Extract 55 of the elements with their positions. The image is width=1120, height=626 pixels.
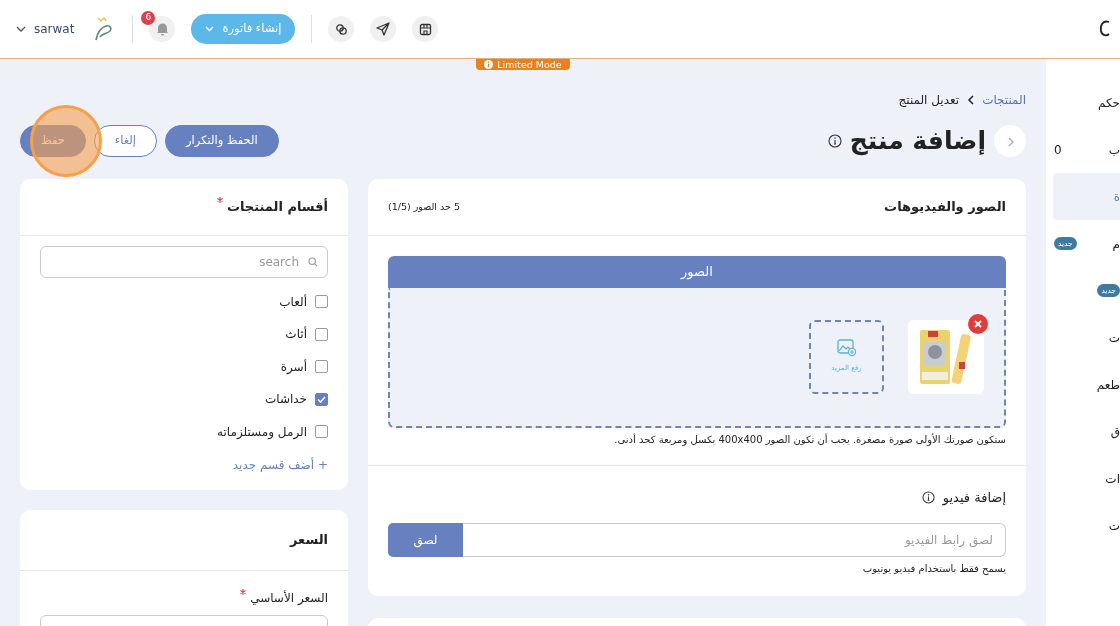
action-button[interactable]: إلغاء xyxy=(93,125,157,157)
notifications-button[interactable] xyxy=(149,16,176,42)
breadcrumb-current: تعديل المنتج xyxy=(898,92,960,109)
video-note: يسمح فقط باستخدام فيديو يوتيوب xyxy=(861,562,1006,576)
link-icon[interactable] xyxy=(328,16,355,42)
sidebar-item[interactable]: حكم xyxy=(1046,79,1120,126)
chevron-down-icon[interactable] xyxy=(16,25,26,33)
item-count: 0 xyxy=(1054,141,1062,159)
chevron-right-icon xyxy=(1006,136,1014,147)
page-title: إضافة منتج xyxy=(849,126,986,156)
info-icon[interactable] xyxy=(827,134,842,148)
add-image-icon xyxy=(836,339,857,358)
send-icon[interactable] xyxy=(370,16,397,42)
add-category-link[interactable]: + أضف قسم جديد xyxy=(232,456,328,474)
user-name[interactable]: sarwat xyxy=(34,20,75,38)
close-icon xyxy=(974,319,982,328)
sidebar-item[interactable]: ق xyxy=(1046,408,1120,455)
sidebar-item[interactable]: ت xyxy=(1046,502,1120,549)
action-button[interactable]: الحفظ والتكرار xyxy=(165,125,279,157)
category-label: الرمل ومستلزماته xyxy=(217,423,307,441)
search-field[interactable]: search xyxy=(40,245,328,278)
category-label: خداشات xyxy=(264,391,307,409)
search-icon xyxy=(308,256,318,267)
images-tab[interactable]: الصور xyxy=(388,255,1006,288)
category-label: أثاث xyxy=(285,325,307,344)
brand-logo-icon xyxy=(1098,19,1110,39)
chevron-down-icon xyxy=(205,26,215,32)
checkbox[interactable] xyxy=(315,425,328,439)
store-icon[interactable] xyxy=(412,16,439,42)
sidebar-item[interactable]: طعم xyxy=(1046,361,1120,408)
video-url-field[interactable]: لصق رابط الفيديو xyxy=(463,523,1006,557)
video-title: إضافة فيديو xyxy=(942,488,1006,507)
info-icon[interactable] xyxy=(921,490,935,504)
image-limit: 5 حد الصور (1/5) xyxy=(388,199,460,214)
category-label: أسرة xyxy=(280,358,307,376)
sidebar-item[interactable]: ات xyxy=(1046,455,1120,502)
checkbox[interactable] xyxy=(315,360,328,374)
checkbox[interactable] xyxy=(315,392,328,406)
paste-button[interactable]: لصق xyxy=(388,523,463,557)
chevron-icon xyxy=(967,95,975,105)
bell-icon xyxy=(155,22,169,36)
checkbox[interactable] xyxy=(315,295,328,309)
sidebar-item[interactable]: ت xyxy=(1046,314,1120,361)
section-title: الصور والفيديوهات xyxy=(884,198,1006,216)
field-label: السعر الأساسي xyxy=(250,590,328,605)
remove-image-button[interactable] xyxy=(968,313,988,334)
section-title: السعر xyxy=(290,532,328,547)
section-title: أقسام المنتجات xyxy=(226,199,328,214)
breadcrumb-link[interactable]: المنتجات xyxy=(982,91,1026,109)
limited-mode-badge: Limited Mode xyxy=(476,59,570,70)
category-label: ألعاب xyxy=(279,293,307,311)
notification-count: 6 xyxy=(141,11,156,25)
sidebar-item[interactable]: ة xyxy=(1053,173,1120,220)
checkbox[interactable] xyxy=(315,327,328,341)
image-guidelines: ستكون صورتك الأولى صورة مصغرة. يجب أن تكون الصور 400x400 بكسل ومربعة كحد أدنى. xyxy=(613,432,1006,447)
